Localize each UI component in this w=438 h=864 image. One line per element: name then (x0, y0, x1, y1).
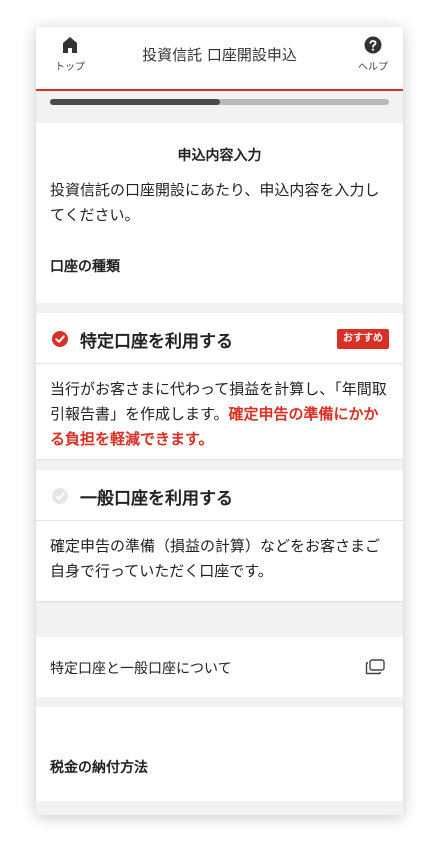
tax-heading: 税金の納付方法 (50, 760, 148, 776)
account-type-heading: 口座の種類 (50, 259, 120, 275)
help-button[interactable]: ヘルプ (343, 27, 403, 89)
option-ippan-header[interactable]: 一般口座を利用する (36, 470, 403, 521)
account-info-link[interactable]: 特定口座と一般口座について (36, 637, 403, 697)
option-tokutei-description: 当行がお客さまに代わって損益を計算し、「年間取引報告書」を作成します。確定申告の… (50, 377, 391, 452)
form-title: 申込内容入力 (177, 148, 262, 164)
app-header: トップ 投資信託 口座開設申込 ヘルプ (36, 27, 403, 91)
option-ippan-card[interactable]: 一般口座を利用する 確定申告の準備（損益の計算）などをお客さまご自身で行っていた… (36, 470, 403, 601)
form-description: 投資信託の口座開設にあたり、申込内容を入力してください。 (50, 181, 380, 224)
help-label: ヘルプ (358, 62, 388, 73)
recommended-badge: おすすめ (337, 329, 389, 349)
progress-area (36, 91, 403, 123)
option-tokutei-title: 特定口座を利用する (80, 332, 233, 352)
option-tokutei-header[interactable]: 特定口座を利用する おすすめ (36, 313, 403, 364)
progress-bar (50, 99, 389, 105)
unchecked-radio-icon (52, 488, 68, 504)
option-ippan-title: 一般口座を利用する (80, 489, 233, 509)
home-icon (63, 37, 77, 53)
home-button[interactable]: トップ (40, 27, 100, 89)
checked-radio-icon (52, 331, 68, 347)
option-ippan-description: 確定申告の準備（損益の計算）などをお客さまご自身で行っていただく口座です。 (50, 537, 381, 580)
intro-section: 申込内容入力 投資信託の口座開設にあたり、申込内容を入力してください。 口座の種… (36, 123, 403, 303)
new-window-icon (365, 659, 385, 675)
home-label: トップ (55, 62, 85, 73)
tax-section: 税金の納付方法 (36, 707, 403, 801)
account-info-link-label: 特定口座と一般口座について (50, 661, 232, 677)
option-tokutei-card[interactable]: 特定口座を利用する おすすめ 当行がお客さまに代わって損益を計算し、「年間取引報… (36, 313, 403, 459)
page-title: 投資信託 口座開設申込 (142, 46, 297, 64)
progress-fill (50, 99, 220, 105)
help-icon (364, 36, 382, 54)
app-screen: トップ 投資信託 口座開設申込 ヘルプ 申込内容入力 投資信託の口座開設にあたり… (36, 27, 403, 815)
